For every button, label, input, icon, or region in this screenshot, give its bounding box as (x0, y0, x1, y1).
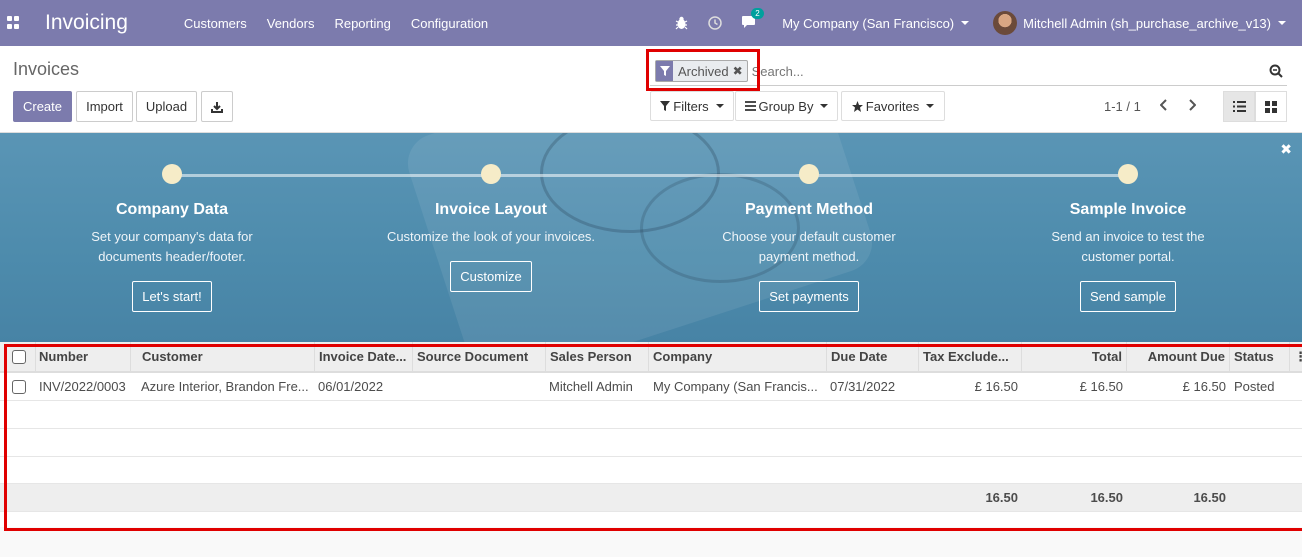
breadcrumb: Invoices (13, 59, 80, 79)
bars-icon (744, 101, 756, 111)
customize-button[interactable]: Customize (450, 261, 532, 292)
list-icon (1232, 101, 1246, 112)
set-payments-button[interactable]: Set payments (759, 281, 859, 312)
filters-dropdown[interactable]: Filters (650, 91, 734, 121)
import-button[interactable]: Import (76, 91, 133, 122)
step-title: Payment Method (744, 201, 873, 218)
lets-start-button[interactable]: Let's start! (132, 281, 212, 312)
onboarding-step-invoice-layout: Invoice Layout Customize the look of you… (351, 164, 631, 292)
search-input[interactable] (751, 63, 1252, 79)
group-by-dropdown[interactable]: Group By (735, 91, 838, 121)
onboarding-step-payment-method: Payment Method Choose your default custo… (669, 164, 949, 312)
onboarding-banner: ✖ Company Data Set your company's data f… (0, 133, 1302, 342)
onboarding-step-company-data: Company Data Set your company's data for… (32, 164, 312, 312)
star-icon (851, 100, 863, 112)
favorites-dropdown[interactable]: Favorites (841, 91, 945, 121)
grid-icon (1265, 100, 1277, 113)
create-button[interactable]: Create (13, 91, 72, 122)
download-icon (211, 101, 223, 113)
chevron-down-icon (926, 104, 935, 108)
step-description: Customize the look of your invoices. (386, 229, 596, 244)
pager-next-icon[interactable] (1184, 97, 1200, 113)
user-name: Mitchell Admin (sh_purchase_archive_v13) (1023, 15, 1271, 31)
top-navbar: Invoicing Customers Vendors Reporting Co… (0, 0, 1302, 46)
favorites-label: Favorites (865, 98, 920, 114)
progress-line (172, 174, 1128, 177)
step-description: Send an invoice to test the customer port… (1051, 229, 1205, 264)
user-menu[interactable]: Mitchell Admin (sh_purchase_archive_v13) (1023, 16, 1286, 31)
list-view-button[interactable] (1223, 91, 1255, 122)
highlight-box (646, 49, 760, 91)
clock-icon[interactable] (707, 15, 723, 31)
step-dot[interactable] (162, 164, 182, 184)
step-description: Choose your default customer payment meth… (722, 229, 896, 264)
messages-icon[interactable]: 2 (741, 7, 764, 32)
pager-value[interactable]: 1-1 / 1 (1104, 99, 1141, 114)
messages-badge: 2 (751, 7, 764, 19)
step-description: Set your company's data for documents hea… (91, 229, 253, 264)
app-brand[interactable]: Invoicing (45, 11, 128, 35)
menu-reporting[interactable]: Reporting (334, 16, 390, 31)
onboarding-step-sample-invoice: Sample Invoice Send an invoice to test t… (988, 164, 1268, 312)
avatar[interactable] (993, 11, 1018, 35)
bug-icon[interactable] (673, 15, 689, 31)
step-dot[interactable] (1118, 164, 1138, 184)
step-title: Company Data (115, 201, 229, 218)
close-icon[interactable]: ✖ (1280, 141, 1292, 158)
pager-previous-icon[interactable] (1156, 97, 1172, 113)
kanban-view-button[interactable] (1255, 91, 1287, 122)
step-title: Sample Invoice (1069, 201, 1187, 218)
filter-icon (660, 101, 671, 111)
group-by-label: Group By (758, 98, 814, 114)
chevron-down-icon (961, 21, 970, 25)
download-button[interactable] (201, 91, 233, 122)
step-dot[interactable] (481, 164, 501, 184)
apps-menu-icon[interactable] (7, 16, 21, 30)
chevron-down-icon (715, 104, 724, 108)
step-title: Invoice Layout (434, 201, 548, 218)
chevron-down-icon (1278, 21, 1286, 25)
chevron-down-icon (820, 104, 829, 108)
step-dot[interactable] (799, 164, 819, 184)
send-sample-button[interactable]: Send sample (1080, 281, 1176, 312)
search-icon[interactable] (1269, 64, 1283, 78)
company-label: My Company (San Francisco) (782, 15, 955, 31)
filters-label: Filters (673, 98, 709, 114)
menu-configuration[interactable]: Configuration (411, 16, 488, 31)
menu-vendors[interactable]: Vendors (267, 16, 315, 31)
company-switcher[interactable]: My Company (San Francisco) (782, 15, 970, 31)
highlight-box (4, 344, 1302, 531)
upload-button[interactable]: Upload (136, 91, 197, 122)
menu-customers[interactable]: Customers (184, 16, 247, 31)
